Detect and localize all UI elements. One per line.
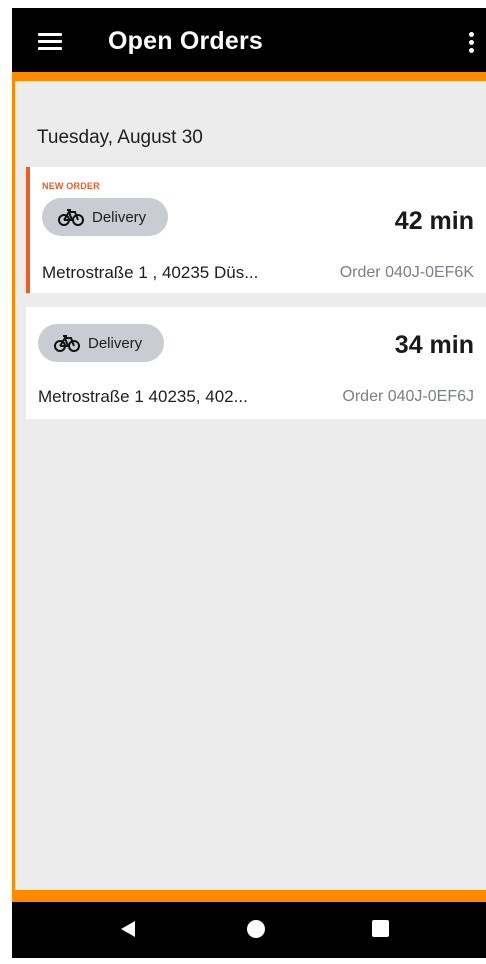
system-navigation-bar	[12, 902, 486, 958]
order-id: Order 040J-0EF6J	[342, 388, 474, 405]
order-address: Metrostraße 1 40235, 402...	[38, 387, 248, 406]
order-card[interactable]: NEW ORDER Delivery 42 min Metrostraße 1 …	[26, 167, 486, 293]
page-title: Open Orders	[108, 27, 264, 55]
delivery-badge: Delivery	[38, 324, 164, 362]
order-id: Order 040J-0EF6K	[339, 264, 474, 281]
bicycle-icon	[58, 209, 84, 226]
order-card[interactable]: Delivery 34 min Metrostraße 1 40235, 402…	[26, 307, 486, 419]
new-order-label: NEW ORDER	[42, 181, 100, 191]
content-frame: Tuesday, August 30 NEW ORDER Delivery 42…	[12, 72, 486, 902]
delivery-badge: Delivery	[42, 198, 168, 236]
home-circle-icon[interactable]	[247, 920, 265, 938]
app-bar: Open Orders	[12, 8, 486, 72]
orders-list[interactable]: Tuesday, August 30 NEW ORDER Delivery 42…	[15, 81, 486, 890]
order-address: Metrostraße 1 , 40235 Düs...	[42, 263, 259, 282]
recents-square-icon[interactable]	[372, 920, 389, 937]
delivery-label: Delivery	[92, 208, 147, 226]
back-triangle-icon[interactable]	[120, 920, 136, 938]
order-time: 42 min	[394, 207, 474, 235]
more-vertical-icon[interactable]	[469, 32, 475, 54]
order-time: 34 min	[394, 331, 474, 359]
phone-screen: Open Orders Tuesday, August 30 NEW ORDER…	[12, 8, 486, 958]
date-header: Tuesday, August 30	[37, 127, 203, 148]
bicycle-icon	[54, 335, 80, 352]
hamburger-menu-icon[interactable]	[38, 33, 62, 51]
delivery-label: Delivery	[88, 334, 143, 352]
